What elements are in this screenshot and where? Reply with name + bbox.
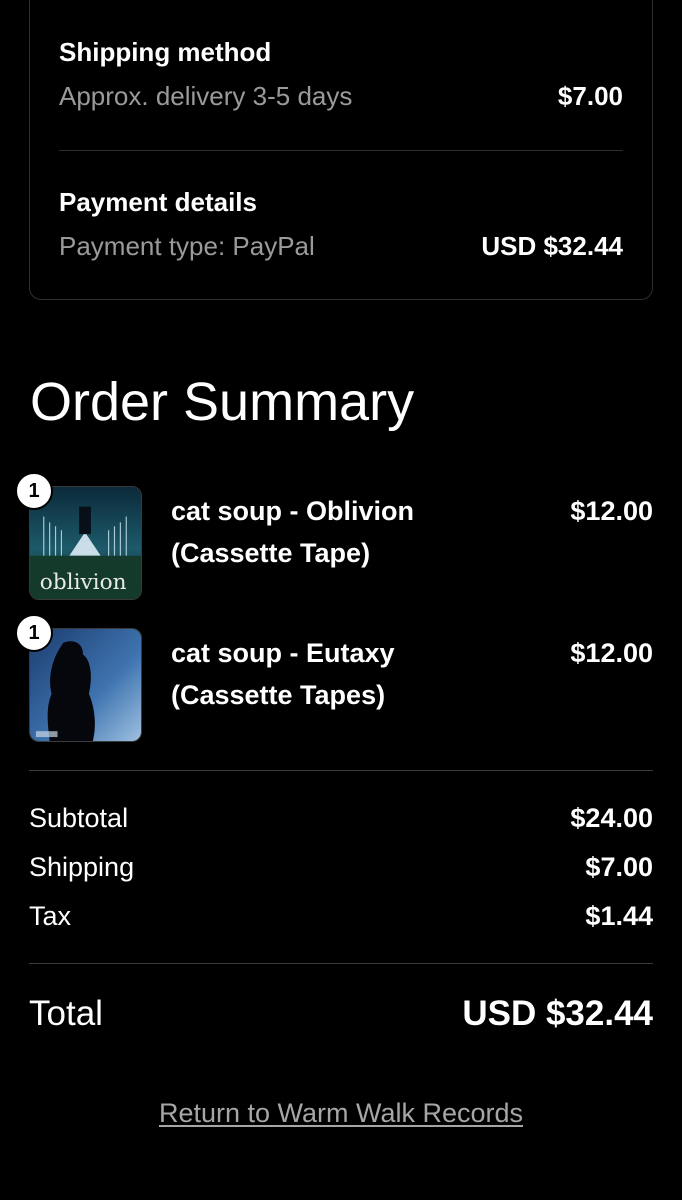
tax-value: $1.44 <box>585 901 653 931</box>
subtotal-value: $24.00 <box>570 803 653 833</box>
total-row: Total USD $32.44 <box>29 994 653 1034</box>
order-summary-title: Order Summary <box>30 372 415 432</box>
product-name: cat soup - Oblivion (Cassette Tape) <box>171 496 415 568</box>
shipping-delivery-estimate: Approx. delivery 3-5 days <box>59 81 353 111</box>
total-value: USD $32.44 <box>462 994 653 1033</box>
line-item: oblivion 1 cat soup - Oblivion (Cassette… <box>15 472 653 600</box>
totals-divider <box>29 963 653 964</box>
svg-text:oblivion: oblivion <box>40 570 127 595</box>
quantity-badge: 1 <box>15 614 53 652</box>
shipping-method-section: Shipping method Approx. delivery 3-5 day… <box>59 37 623 112</box>
tax-label: Tax <box>29 901 72 931</box>
payment-type: Payment type: PayPal <box>59 231 315 261</box>
summary-divider <box>29 770 653 771</box>
subtotal-label: Subtotal <box>29 803 129 833</box>
return-to-store-link[interactable]: Return to Warm Walk Records <box>0 1098 682 1129</box>
product-price: $12.00 <box>570 496 653 526</box>
tax-row: Tax $1.44 <box>29 899 653 933</box>
total-label: Total <box>29 994 103 1033</box>
product-name: cat soup - Eutaxy (Cassette Tapes) <box>171 638 395 710</box>
shipping-row: Shipping $7.00 <box>29 850 653 884</box>
shipping-value: $7.00 <box>585 852 653 882</box>
line-item: 1 cat soup - Eutaxy (Cassette Tapes) $12… <box>15 614 653 742</box>
payment-details-heading: Payment details <box>59 187 257 217</box>
card-divider <box>59 150 623 151</box>
shipping-method-price: $7.00 <box>557 81 623 111</box>
quantity-badge: 1 <box>15 472 53 510</box>
shipping-label: Shipping <box>29 852 135 882</box>
product-price: $12.00 <box>570 638 653 668</box>
payment-amount: USD $32.44 <box>481 231 623 261</box>
order-info-card: Shipping method Approx. delivery 3-5 day… <box>29 0 653 300</box>
subtotal-row: Subtotal $24.00 <box>29 801 653 835</box>
payment-details-section: Payment details Payment type: PayPal USD… <box>59 187 623 262</box>
shipping-method-heading: Shipping method <box>59 37 272 67</box>
